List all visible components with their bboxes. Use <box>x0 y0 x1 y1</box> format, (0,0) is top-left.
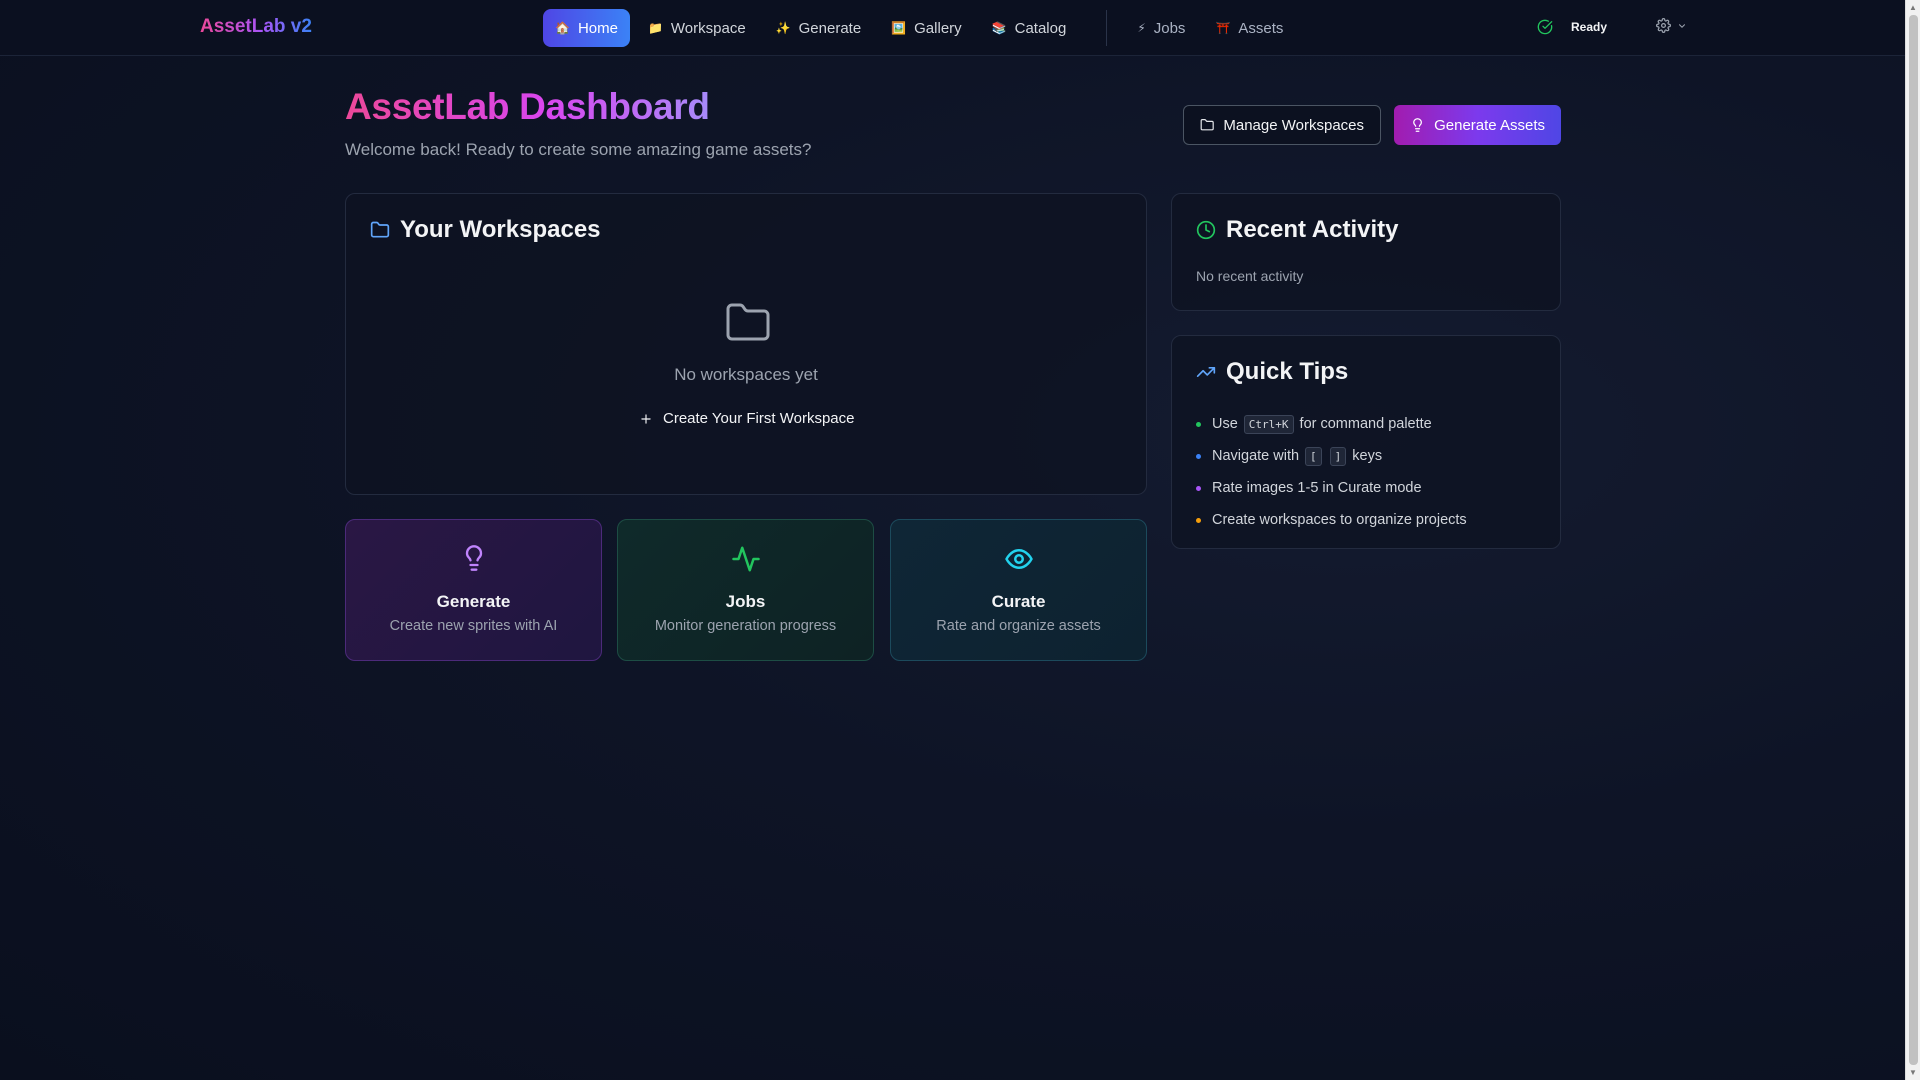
folder-icon <box>370 221 390 238</box>
workspaces-title-text: Your Workspaces <box>400 216 601 243</box>
page-scrollbar[interactable]: ▲ ▼ <box>1905 0 1920 1080</box>
check-circle-icon <box>1537 19 1553 35</box>
page-subtitle: Welcome back! Ready to create some amazi… <box>345 140 812 159</box>
tip-item: Create workspaces to organize projects <box>1196 504 1467 536</box>
feature-card-generate[interactable]: Generate Create new sprites with AI <box>345 519 602 661</box>
page-title: AssetLab Dashboard <box>345 86 710 127</box>
gear-icon <box>1656 18 1671 33</box>
scroll-down-icon[interactable]: ▼ <box>1909 1068 1917 1077</box>
nav-workspace[interactable]: 📁 Workspace <box>636 9 758 47</box>
books-icon: 📚 <box>991 21 1007 35</box>
feature-description: Create new sprites with AI <box>389 618 558 634</box>
create-workspace-label: Create Your First Workspace <box>663 410 855 427</box>
workspaces-empty-text: No workspaces yet <box>674 365 818 384</box>
generate-assets-button[interactable]: Generate Assets <box>1394 105 1561 145</box>
nav-catalog[interactable]: 📚 Catalog <box>980 9 1079 47</box>
nav-workspace-label: Workspace <box>670 19 746 37</box>
scroll-up-icon[interactable]: ▲ <box>1909 3 1917 12</box>
status-indicator: Ready <box>1537 19 1607 35</box>
kbd-ctrl-k: Ctrl+K <box>1243 414 1294 434</box>
nav-generate[interactable]: ✨ Generate <box>764 9 874 47</box>
nav-generate-label: Generate <box>798 19 862 37</box>
nav-jobs-label: Jobs <box>1153 19 1186 37</box>
clock-icon <box>1196 220 1216 240</box>
folder-icon <box>1200 119 1214 131</box>
tip-item: Navigate with [ ] keys <box>1196 440 1467 472</box>
lightbulb-icon <box>346 544 601 572</box>
recent-activity-title: Recent Activity <box>1196 216 1399 244</box>
recent-activity-card: Recent Activity No recent activity <box>1171 193 1561 311</box>
nav-gallery-label: Gallery <box>914 19 962 37</box>
picture-icon: 🖼️ <box>891 21 907 35</box>
eye-icon <box>891 544 1146 574</box>
nav-divider <box>1106 10 1108 46</box>
tip-text: Create workspaces to organize projects <box>1212 512 1467 528</box>
folder-icon: 📁 <box>647 21 663 35</box>
activity-icon <box>618 544 873 574</box>
tip-bullet <box>1196 486 1201 491</box>
tip-item: Rate images 1-5 in Curate mode <box>1196 472 1467 504</box>
quick-tips-card: Quick Tips Use Ctrl+K for command palett… <box>1171 335 1561 549</box>
manage-workspaces-button[interactable]: Manage Workspaces <box>1183 105 1381 145</box>
feature-title: Curate <box>991 592 1046 611</box>
workspaces-card-title: Your Workspaces <box>370 216 601 244</box>
nav-jobs[interactable]: ⚡ Jobs <box>1125 9 1197 47</box>
scrollbar-thumb[interactable] <box>1909 15 1918 1065</box>
settings-menu[interactable] <box>1656 18 1687 33</box>
house-icon: 🏠 <box>555 21 570 35</box>
nav-gallery[interactable]: 🖼️ Gallery <box>879 9 973 47</box>
tip-text: Rate images 1-5 in Curate mode <box>1212 480 1422 496</box>
quick-tips-title: Quick Tips <box>1196 358 1348 386</box>
plus-icon <box>641 413 651 424</box>
nav-catalog-label: Catalog <box>1014 19 1067 37</box>
feature-title: Generate <box>436 592 511 611</box>
kbd-right-bracket: ] <box>1329 446 1347 466</box>
trending-up-icon <box>1196 367 1216 377</box>
tip-text: Navigate with <box>1212 448 1300 464</box>
empty-folder-icon <box>724 299 772 352</box>
feature-description: Rate and organize assets <box>936 618 1101 634</box>
tip-text: keys <box>1352 448 1383 464</box>
chevron-down-icon <box>1678 23 1686 28</box>
workspaces-card: Your Workspaces No workspaces yet Create… <box>345 193 1147 495</box>
tip-bullet <box>1196 518 1201 523</box>
app-logo[interactable]: AssetLab v2 <box>200 16 312 38</box>
nav-assets[interactable]: ⛩️ Assets <box>1203 9 1295 47</box>
top-navbar: AssetLab v2 🏠 Home 📁 Workspace ✨ Generat… <box>0 0 1905 56</box>
status-text: Ready <box>1571 20 1608 34</box>
sparkles-icon: ✨ <box>775 21 791 35</box>
lightbulb-icon <box>1413 118 1422 132</box>
tip-bullet <box>1196 422 1201 427</box>
tips-list: Use Ctrl+K for command palette Navigate … <box>1196 408 1467 536</box>
main-nav: 🏠 Home 📁 Workspace ✨ Generate 🖼️ Gallery… <box>543 9 1301 47</box>
tip-bullet <box>1196 454 1201 459</box>
tip-text: for command palette <box>1299 416 1432 432</box>
lightning-icon: ⚡ <box>1137 21 1146 35</box>
feature-card-jobs[interactable]: Jobs Monitor generation progress <box>617 519 874 661</box>
kbd-left-bracket: [ <box>1305 446 1322 466</box>
manage-workspaces-label: Manage Workspaces <box>1223 116 1364 134</box>
recent-activity-title-text: Recent Activity <box>1226 216 1399 243</box>
nav-assets-label: Assets <box>1238 19 1284 37</box>
quick-tips-title-text: Quick Tips <box>1226 358 1349 385</box>
tip-text: Use <box>1212 416 1238 432</box>
nav-home-label: Home <box>577 19 618 37</box>
create-workspace-button[interactable]: Create Your First Workspace <box>639 410 854 427</box>
nav-home[interactable]: 🏠 Home <box>543 9 630 47</box>
feature-description: Monitor generation progress <box>654 618 837 634</box>
recent-activity-empty-text: No recent activity <box>1196 268 1304 284</box>
generate-assets-label: Generate Assets <box>1434 116 1545 134</box>
feature-title: Jobs <box>725 592 766 611</box>
torii-icon: ⛩️ <box>1215 21 1231 35</box>
tip-item: Use Ctrl+K for command palette <box>1196 408 1467 440</box>
feature-card-curate[interactable]: Curate Rate and organize assets <box>890 519 1147 661</box>
